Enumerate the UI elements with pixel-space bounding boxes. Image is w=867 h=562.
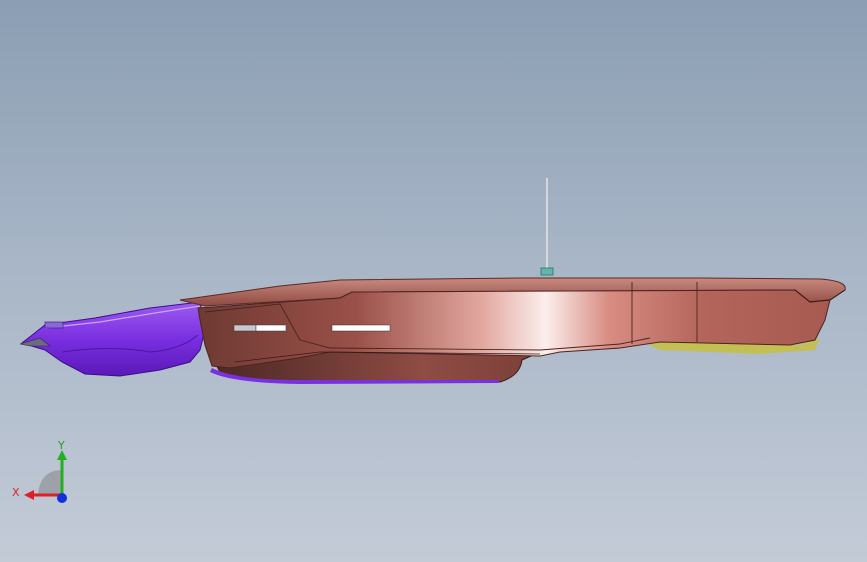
hull-slot-3 xyxy=(331,324,391,332)
coordinate-triad: Y X xyxy=(12,440,67,503)
graphics-viewport[interactable]: Y X xyxy=(0,0,867,562)
3d-model-view[interactable] xyxy=(0,0,867,562)
hull-slot-1 xyxy=(233,324,257,332)
front-section xyxy=(20,301,206,377)
triad-y-label: Y xyxy=(57,440,65,452)
hull-slot-2 xyxy=(255,324,287,332)
triad-plane-icon xyxy=(38,470,62,495)
antenna-base xyxy=(540,267,554,276)
triad-x-arrow-icon xyxy=(24,490,34,500)
triad-x-label: X xyxy=(12,486,20,499)
front-section-fitting xyxy=(44,321,64,329)
triad-z-axis-icon xyxy=(57,493,67,503)
